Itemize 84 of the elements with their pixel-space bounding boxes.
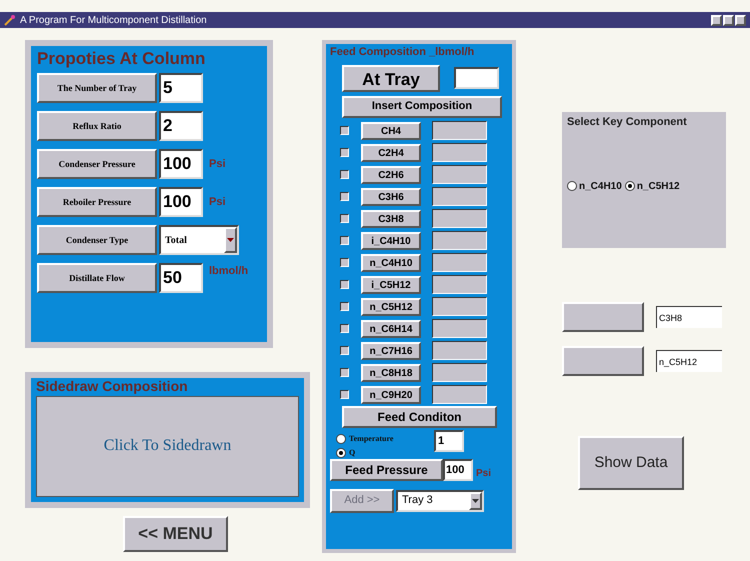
unit-label: Psi [476, 466, 492, 480]
radio-button[interactable] [624, 181, 635, 191]
composition-input-field[interactable] [432, 143, 487, 162]
composition-input-field[interactable] [432, 253, 487, 272]
component-button[interactable]: C3H6 [361, 188, 421, 206]
panel-title: Select Key Component [567, 115, 688, 130]
component-checkbox[interactable] [340, 258, 349, 267]
composition-input-field[interactable] [432, 319, 487, 338]
unit-label: lbmol/h [209, 264, 248, 280]
component-checkbox[interactable] [340, 280, 349, 289]
insert-composition-button[interactable]: Insert Composition [342, 96, 502, 118]
tray-dropdown[interactable]: Tray 3 [396, 490, 484, 512]
unit-label: Psi [209, 195, 226, 210]
component-button[interactable]: n_C7H16 [361, 342, 421, 360]
radio-label: n_C4H10 [579, 180, 622, 194]
feed-condition-button[interactable]: Feed Conditon [342, 406, 497, 428]
component-checkbox[interactable] [340, 236, 349, 245]
composition-input-field[interactable] [432, 187, 487, 206]
composition-input-field[interactable] [432, 231, 487, 250]
property-label-button[interactable]: Reflux Ratio [37, 111, 157, 142]
condenser-type-dropdown[interactable]: Total [159, 225, 239, 256]
panel-title: Sidedraw Composition [36, 378, 189, 396]
caret-icon [224, 227, 237, 254]
radio-button[interactable] [336, 434, 346, 444]
component-checkbox[interactable] [340, 324, 349, 333]
property-input-field[interactable]: 5 [159, 73, 203, 104]
key-component-field[interactable]: C3H8 [656, 306, 722, 328]
sidedraw-button[interactable]: Click To Sidedrawn [36, 396, 299, 497]
window-title: A Program For Multicomponent Distillation [20, 14, 207, 28]
component-button[interactable]: i_C4H10 [361, 232, 421, 250]
radio-button[interactable] [567, 181, 577, 191]
property-input-field[interactable]: 100 [159, 149, 203, 180]
property-label-button[interactable]: Distillate Flow [37, 263, 157, 294]
component-button[interactable]: C2H6 [361, 166, 421, 184]
feed-pressure-input-field[interactable]: 100 [443, 458, 473, 480]
component-button[interactable]: n_C8H18 [361, 364, 421, 382]
condition-input-field[interactable]: 1 [434, 430, 464, 452]
component-button[interactable]: n_C9H20 [361, 386, 421, 404]
menu-button[interactable]: << MENU [123, 516, 228, 552]
component-button[interactable]: CH4 [361, 122, 421, 140]
property-label-button[interactable]: Reboiler Pressure [37, 187, 157, 218]
component-button[interactable]: i_C5H12 [361, 276, 421, 294]
component-checkbox[interactable] [340, 148, 349, 157]
at-tray-button[interactable]: At Tray [342, 64, 440, 92]
panel-title: Feed Composition _lbmol/h [330, 45, 476, 60]
component-checkbox[interactable] [340, 346, 349, 355]
key-component-field[interactable]: n_C5H12 [656, 350, 722, 372]
component-checkbox[interactable] [340, 192, 349, 201]
component-checkbox[interactable] [340, 126, 349, 135]
caret-icon [469, 492, 482, 510]
composition-input-field[interactable] [432, 209, 487, 228]
panel-title: Propoties At Column [37, 48, 206, 70]
radio-label: n_C5H12 [636, 180, 680, 194]
composition-input-field[interactable] [432, 297, 487, 316]
property-label-button[interactable]: The Number of Tray [37, 73, 157, 104]
composition-input-field[interactable] [432, 121, 487, 140]
component-checkbox[interactable] [340, 368, 349, 377]
radio-button[interactable] [336, 448, 346, 458]
property-label-button[interactable]: Condenser Pressure [37, 149, 157, 180]
radio-label: Q [349, 446, 356, 458]
composition-input-field[interactable] [432, 165, 487, 184]
app-icon [4, 14, 16, 26]
component-checkbox[interactable] [340, 214, 349, 223]
property-input-field[interactable]: 100 [159, 187, 203, 218]
property-input-field[interactable]: 2 [159, 111, 203, 142]
component-button[interactable]: n_C4H10 [361, 254, 421, 272]
component-checkbox[interactable] [340, 302, 349, 311]
component-button[interactable]: C2H4 [361, 144, 421, 162]
property-label-button[interactable]: Condenser Type [37, 225, 157, 256]
property-input-field[interactable]: 50 [159, 263, 203, 294]
radio-label: Temperature [349, 432, 394, 444]
show-data-button[interactable]: Show Data [578, 436, 684, 490]
component-checkbox[interactable] [340, 390, 349, 399]
composition-input-field[interactable] [432, 363, 487, 382]
component-checkbox[interactable] [340, 170, 349, 179]
component-button[interactable]: C3H8 [361, 210, 421, 228]
unit-label: Psi [209, 157, 226, 172]
composition-input-field[interactable] [432, 275, 487, 294]
tray-input-field[interactable] [454, 67, 499, 89]
component-button[interactable]: n_C5H12 [361, 298, 421, 316]
composition-input-field[interactable] [432, 385, 487, 404]
composition-input-field[interactable] [432, 341, 487, 360]
component-button[interactable]: n_C6H14 [361, 320, 421, 338]
feed-pressure-button[interactable]: Feed Pressure [330, 458, 443, 480]
